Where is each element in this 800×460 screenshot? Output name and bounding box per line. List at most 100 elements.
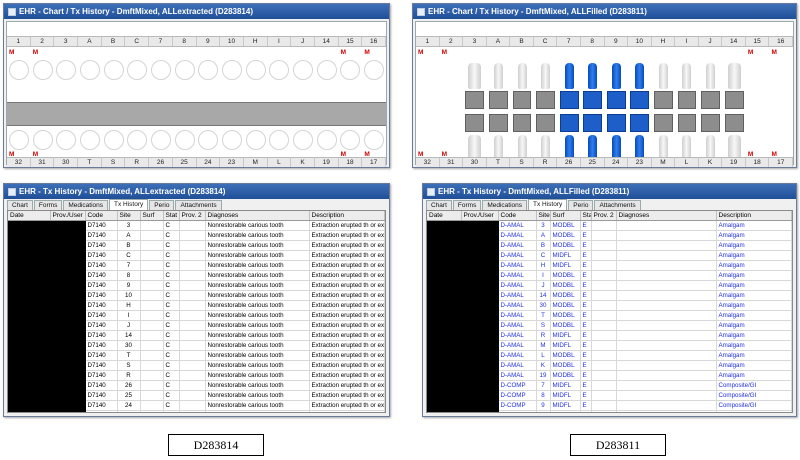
tooth-number[interactable]: 26 [149, 158, 173, 167]
tooth-number[interactable]: 17 [362, 158, 386, 167]
tooth-slot[interactable] [78, 130, 102, 150]
tooth-number[interactable]: 2 [31, 37, 55, 46]
tooth-number[interactable]: 18 [339, 158, 363, 167]
tooth-number[interactable]: 30 [463, 158, 487, 167]
tooth-number[interactable]: J [291, 37, 315, 46]
tooth-slot[interactable] [173, 130, 197, 150]
tooth-number[interactable]: 8 [581, 37, 605, 46]
table-row[interactable]: D7140 3 C Nonrestorable carious tooth Extrac… [8, 220, 385, 231]
table-row[interactable]: D7140 26 C Nonrestorable carious tooth Extra… [8, 380, 385, 391]
tab-attachments[interactable]: Attachments [175, 200, 222, 210]
tooth-slot[interactable] [605, 57, 629, 89]
surface-slot[interactable] [699, 89, 723, 111]
table-row[interactable]: D7140 R C Nonrestorable carious tooth Extrac… [8, 370, 385, 381]
tooth-slot[interactable] [315, 60, 339, 80]
table-row[interactable]: D7140 B C Nonrestorable carious tooth Extrac… [8, 240, 385, 251]
table-row[interactable]: D7140 9 C Nonrestorable carious tooth Extrac… [8, 280, 385, 291]
table-row[interactable]: D-COMP 9 MIDFL E Composite/GI [427, 400, 792, 411]
tooth-slot[interactable] [197, 60, 221, 80]
tooth-slot[interactable] [268, 60, 292, 80]
surface-slot[interactable] [416, 112, 440, 134]
tooth-number[interactable]: 16 [769, 37, 793, 46]
tooth-slot[interactable] [173, 60, 197, 80]
tooth-slot[interactable] [149, 130, 173, 150]
tooth-number[interactable]: H [244, 37, 268, 46]
tab-chart[interactable]: Chart [7, 200, 33, 210]
column-header[interactable]: Description [716, 211, 792, 221]
tooth-number[interactable]: 16 [362, 37, 386, 46]
column-header[interactable]: Stat [580, 211, 592, 221]
table-row[interactable]: D7140 I C Nonrestorable carious tooth Extrac… [8, 310, 385, 321]
table-row[interactable]: D-AMAL A MODBL E Amalgam [427, 230, 792, 241]
column-header[interactable]: Date [427, 211, 462, 221]
table-row[interactable]: D7140 25 C Nonrestorable carious tooth Extra… [8, 390, 385, 401]
tooth-slot[interactable] [416, 57, 440, 89]
tooth-number[interactable]: 7 [149, 37, 173, 46]
table-row[interactable]: D-COMP26MIDFLE Composite/GI [427, 410, 792, 412]
table-row[interactable]: D714023 C Nonrestorable carious toothExtra… [8, 410, 385, 412]
tooth-slot[interactable] [149, 60, 173, 80]
tooth-number[interactable]: 9 [197, 37, 221, 46]
column-header[interactable]: Prov./User [50, 211, 86, 221]
column-header[interactable]: Site [117, 211, 141, 221]
surface-slot[interactable] [463, 112, 487, 134]
table-row[interactable]: D7140 T C Nonrestorable carious tooth Extrac… [8, 350, 385, 361]
table-row[interactable]: D7140 14 C Nonrestorable carious tooth Extra… [8, 330, 385, 341]
table-row[interactable]: D-AMAL C MIDFL E Amalgam [427, 250, 792, 261]
table-row[interactable]: D7140 A C Nonrestorable carious tooth Extrac… [8, 230, 385, 241]
column-header[interactable]: Surf [140, 211, 164, 221]
column-header[interactable]: Description [309, 211, 385, 221]
table-row[interactable]: D7140 10 C Nonrestorable carious tooth Extra… [8, 290, 385, 301]
column-header[interactable]: Prov. 2 [591, 211, 617, 221]
right-tx-grid[interactable]: DateProv./UserCodeSiteSurfStatProv. 2Dia… [426, 210, 793, 413]
surface-slot[interactable] [675, 89, 699, 111]
tooth-slot[interactable] [54, 60, 78, 80]
tooth-number[interactable]: 26 [557, 158, 581, 167]
tooth-number[interactable]: C [534, 37, 558, 46]
tooth-slot[interactable] [220, 130, 244, 150]
table-row[interactable]: D7140 J C Nonrestorable carious tooth Extrac… [8, 320, 385, 331]
tooth-slot[interactable] [769, 57, 793, 89]
tooth-number[interactable]: 18 [746, 158, 770, 167]
surface-slot[interactable] [605, 112, 629, 134]
column-header[interactable]: Prov. 2 [179, 211, 206, 221]
tooth-slot[interactable] [7, 60, 31, 80]
tooth-slot[interactable] [78, 60, 102, 80]
tooth-slot[interactable] [440, 57, 464, 89]
surface-slot[interactable] [675, 112, 699, 134]
tooth-number[interactable]: C [125, 37, 150, 46]
surface-slot[interactable] [557, 89, 581, 111]
surface-slot[interactable] [416, 89, 440, 111]
tooth-number[interactable]: R [534, 158, 558, 167]
table-row[interactable]: D-AMAL 30 MODBL E Amalgam [427, 300, 792, 311]
tooth-slot[interactable] [699, 57, 723, 89]
tooth-number[interactable]: B [510, 37, 534, 46]
tooth-slot[interactable] [339, 60, 363, 80]
table-row[interactable]: D7140 H C Nonrestorable carious tooth Extrac… [8, 300, 385, 311]
tooth-number[interactable]: 1 [7, 37, 31, 46]
tooth-number[interactable]: 15 [746, 37, 770, 46]
tab-chart[interactable]: Chart [426, 200, 452, 210]
right-tooth-chart[interactable]: 1 2 3 A B C 7 8 9 10 H I J 14 15 16 MMMM MMMM 32 31 30 T S R… [415, 21, 794, 167]
tooth-number[interactable]: 17 [769, 158, 793, 167]
table-row[interactable]: D-AMAL T MODBL E Amalgam [427, 310, 792, 321]
tooth-slot[interactable] [244, 130, 268, 150]
tooth-slot[interactable] [7, 130, 31, 150]
tooth-number[interactable]: L [675, 158, 699, 167]
surface-slot[interactable] [510, 89, 534, 111]
surface-slot[interactable] [487, 112, 511, 134]
tooth-slot[interactable] [220, 60, 244, 80]
tooth-number[interactable]: 24 [197, 158, 221, 167]
tooth-number[interactable]: 3 [54, 37, 79, 46]
tab-tx-history[interactable]: Tx History [528, 199, 568, 210]
left-tx-titlebar[interactable]: EHR - Tx History - DmftMixed, ALLextract… [4, 184, 389, 199]
surface-slot[interactable] [487, 89, 511, 111]
tab-perio[interactable]: Perio [568, 200, 594, 210]
tooth-slot[interactable] [31, 60, 55, 80]
table-row[interactable]: D7140 S C Nonrestorable carious tooth Extrac… [8, 360, 385, 371]
tooth-number[interactable]: 32 [416, 158, 440, 167]
tooth-number[interactable]: 10 [220, 37, 244, 46]
tooth-number[interactable]: 25 [581, 158, 605, 167]
tooth-number[interactable]: 2 [440, 37, 464, 46]
tooth-number[interactable]: A [487, 37, 511, 46]
